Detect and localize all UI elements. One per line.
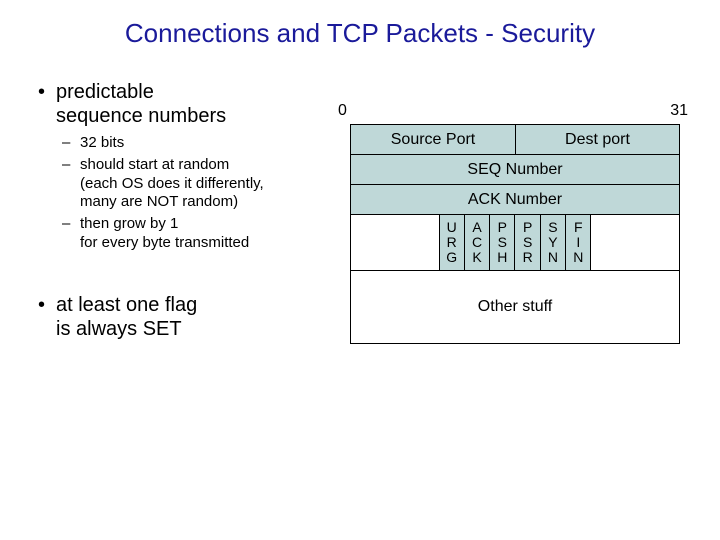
sub-bullet-grow: – then grow by 1 for every byte transmit…	[62, 215, 338, 253]
flag-urg: U R G	[440, 215, 464, 270]
sub-bullet-text: should start at random (each OS does it …	[80, 156, 338, 212]
dash-icon: –	[62, 156, 80, 212]
slide: Connections and TCP Packets - Security •…	[0, 0, 720, 540]
cell-source-port: Source Port	[351, 125, 515, 154]
flag-ack: A C K	[464, 215, 489, 270]
dash-icon: –	[62, 215, 80, 253]
sub-bullet-random: – should start at random (each OS does i…	[62, 156, 338, 212]
cell-other-stuff: Other stuff	[351, 271, 679, 343]
bit-label-0: 0	[338, 102, 347, 120]
cell-seq-number: SEQ Number	[351, 155, 679, 184]
slide-title: Connections and TCP Packets - Security	[0, 18, 720, 49]
bit-label-31: 31	[670, 102, 688, 120]
row-seq: SEQ Number	[351, 155, 679, 185]
content-column: • predictable sequence numbers – 32 bits…	[38, 80, 338, 347]
sub-bullet-32bits: – 32 bits	[62, 134, 338, 153]
cell-flags-container: U R G A C K P S H P S R S Y N F I N	[440, 215, 592, 270]
row-flags: U R G A C K P S H P S R S Y N F I N	[351, 215, 679, 271]
flag-psr: P S R	[514, 215, 539, 270]
spacer	[38, 267, 338, 293]
bullet-flag-set: • at least one flag is always SET	[38, 293, 338, 341]
row-other: Other stuff	[351, 271, 679, 343]
bullet-text: at least one flag is always SET	[56, 293, 338, 341]
sub-bullet-text: 32 bits	[80, 134, 338, 153]
flag-psh: P S H	[489, 215, 514, 270]
row-ack: ACK Number	[351, 185, 679, 215]
bullet-dot-icon: •	[38, 80, 56, 128]
cell-flags-left-blank	[351, 215, 440, 270]
sub-bullet-text: then grow by 1 for every byte transmitte…	[80, 215, 338, 253]
bullet-predictable-sequence: • predictable sequence numbers	[38, 80, 338, 128]
dash-icon: –	[62, 134, 80, 153]
bit-labels: 0 31	[350, 102, 680, 124]
bullet-dot-icon: •	[38, 293, 56, 341]
tcp-header-diagram: 0 31 Source Port Dest port SEQ Number AC…	[350, 102, 680, 344]
flag-fin: F I N	[565, 215, 590, 270]
flag-syn: S Y N	[540, 215, 565, 270]
header-table: Source Port Dest port SEQ Number ACK Num…	[350, 124, 680, 344]
cell-ack-number: ACK Number	[351, 185, 679, 214]
row-ports: Source Port Dest port	[351, 125, 679, 155]
cell-dest-port: Dest port	[515, 125, 679, 154]
sub-bullet-list: – 32 bits – should start at random (each…	[62, 134, 338, 253]
cell-flags-right-blank	[591, 215, 679, 270]
bullet-text: predictable sequence numbers	[56, 80, 338, 128]
